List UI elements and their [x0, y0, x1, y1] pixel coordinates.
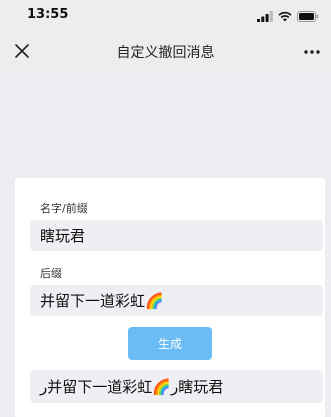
status-time: 13:55 [27, 7, 69, 22]
page-title: 自定义撤回消息 [116, 45, 215, 61]
wifi-icon [278, 11, 292, 21]
name-prefix-field[interactable]: 瞎玩君 [30, 220, 323, 251]
suffix-field[interactable]: 并留下一道彩虹🌈 [30, 285, 323, 316]
message-form-card: 名字/前缀 瞎玩君 后缀 并留下一道彩虹🌈 生成 ر并留下一道彩虹🌈ر瞎玩君 [15, 178, 325, 417]
name-prefix-label: 名字/前缀 [40, 202, 88, 215]
battery-icon [297, 10, 319, 22]
signal-icon [257, 10, 273, 22]
status-icons [257, 10, 319, 22]
more-icon[interactable] [303, 49, 321, 55]
nav-bar: 自定义撤回消息 [0, 32, 331, 70]
generate-button[interactable]: 生成 [128, 327, 212, 360]
status-bar: 13:55 [0, 0, 331, 32]
suffix-label: 后缀 [40, 267, 62, 280]
result-field[interactable]: ر并留下一道彩虹🌈ر瞎玩君 [30, 370, 323, 403]
